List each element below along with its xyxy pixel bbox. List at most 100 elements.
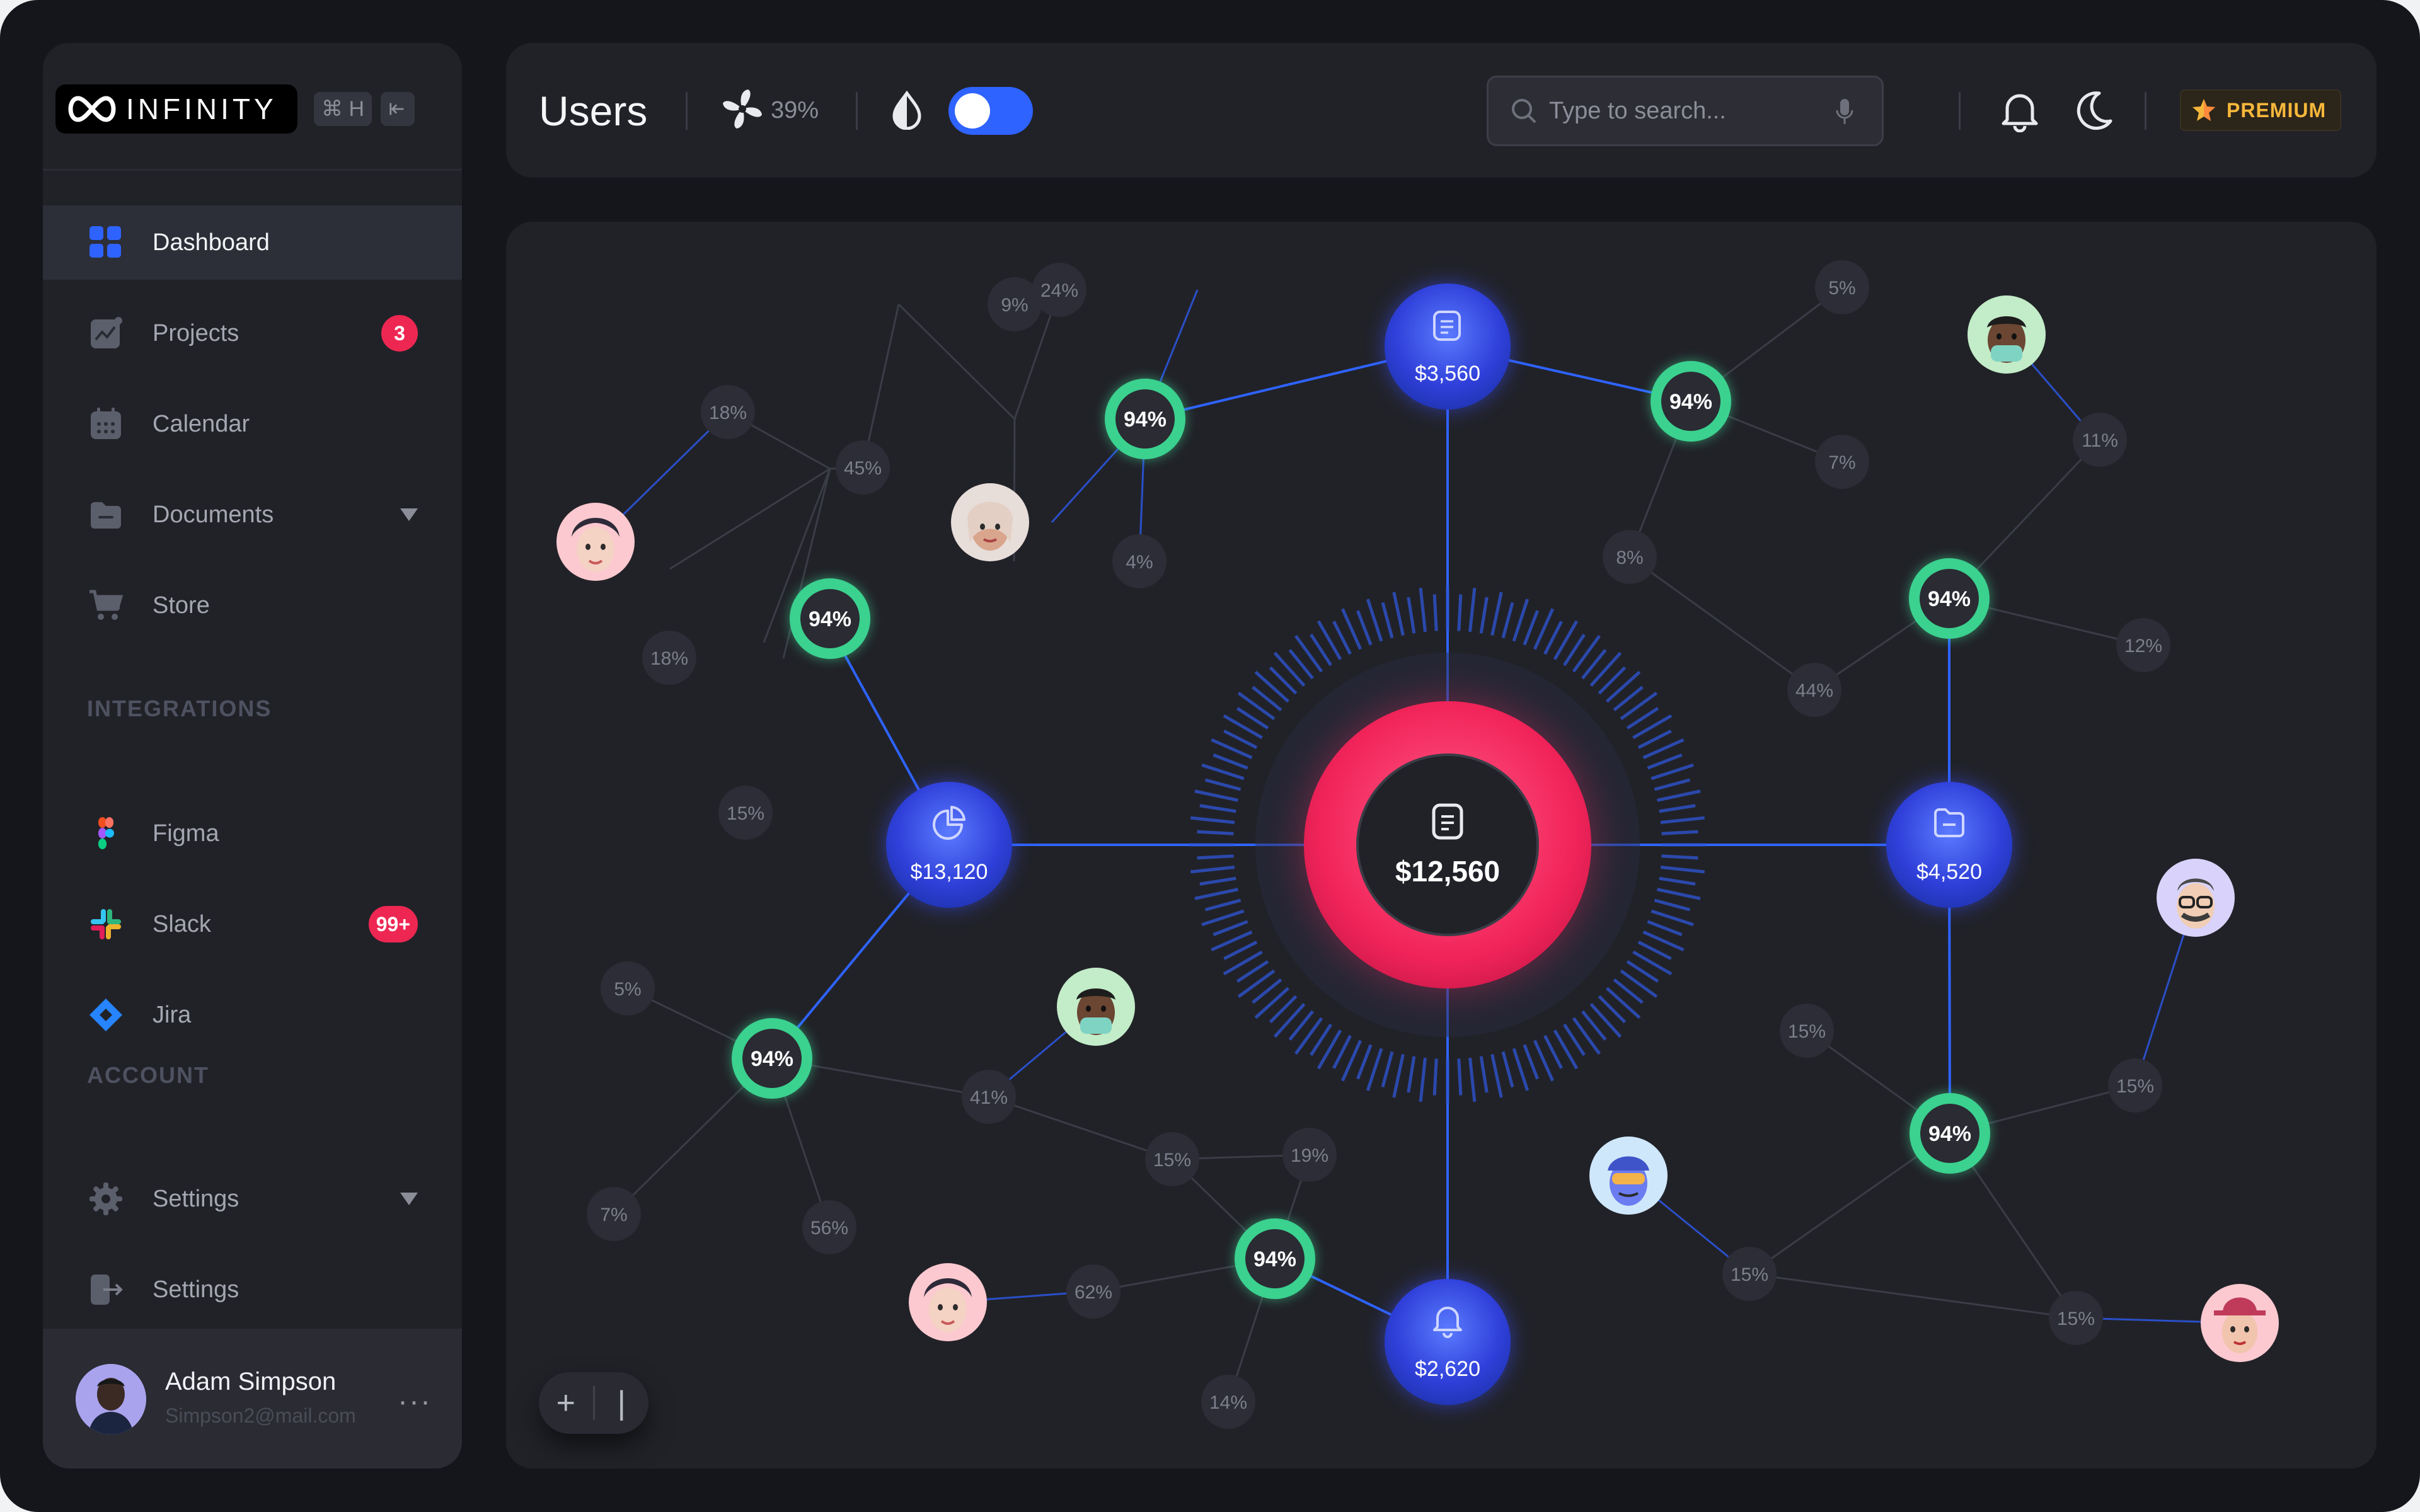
tick-mark [1392, 592, 1405, 636]
percent-label-text: 18% [709, 403, 747, 423]
sidebar-item-figma[interactable]: Figma [43, 796, 462, 871]
fan-icon [720, 87, 764, 134]
tick-mark [1356, 1044, 1373, 1080]
app-window: INFINITY ⌘ H Dashboard Projects 3 Calend… [0, 0, 2420, 1512]
header-divider [686, 92, 688, 130]
user-email: Simpson2@mail.com [165, 1404, 356, 1427]
green-node[interactable]: 94% [1105, 379, 1185, 459]
sidebar-item-logout[interactable]: Settings [43, 1252, 462, 1327]
sidebar-item-settings[interactable]: Settings [43, 1162, 462, 1236]
slack-badge: 99+ [368, 906, 418, 942]
sidebar-item-dashboard[interactable]: Dashboard [43, 205, 462, 280]
zoom-in-button[interactable]: + [539, 1384, 593, 1422]
tick-mark [1204, 898, 1242, 912]
green-node-label: 94% [1253, 1247, 1296, 1271]
tick-mark [1201, 909, 1245, 927]
zoom-out-button[interactable]: | [595, 1384, 649, 1422]
percent-label-text: 8% [1616, 547, 1643, 568]
sidebar-item-slack[interactable]: Slack 99+ [43, 887, 462, 961]
percent-label: 41% [962, 1070, 1016, 1124]
green-node[interactable]: 94% [1910, 1093, 1990, 1174]
tick-mark [1273, 1002, 1306, 1038]
sidebar-item-jira[interactable]: Jira [43, 978, 462, 1052]
percent-label-text: 24% [1040, 280, 1078, 301]
avatar[interactable] [2157, 859, 2235, 937]
tick-mark [1661, 854, 1698, 860]
tick-mark [1294, 1017, 1323, 1055]
chevron-down-icon[interactable] [400, 508, 418, 521]
percent-label-text: 62% [1075, 1282, 1112, 1303]
tick-mark [1356, 610, 1373, 646]
user-card[interactable]: Adam Simpson Simpson2@mail.com ··· [43, 1329, 462, 1469]
sidebar-item-label: Settings [153, 1185, 239, 1212]
sidebar-item-projects[interactable]: Projects 3 [43, 296, 462, 370]
tick-mark [1432, 1058, 1438, 1096]
green-node[interactable]: 94% [732, 1018, 812, 1099]
collapse-sidebar-button[interactable] [381, 92, 415, 126]
green-node[interactable]: 94% [1235, 1218, 1315, 1299]
percent-label-text: 4% [1126, 552, 1153, 573]
tick-mark [1366, 598, 1383, 642]
hub-value: $3,560 [1415, 362, 1480, 386]
tick-mark [1194, 888, 1238, 900]
tick-mark [1654, 898, 1691, 912]
sidebar-item-store[interactable]: Store [43, 568, 462, 643]
microphone-icon[interactable] [1835, 98, 1854, 125]
arrow-left-icon [389, 103, 404, 115]
projects-badge: 3 [381, 315, 418, 352]
sidebar-item-documents[interactable]: Documents [43, 478, 462, 552]
search-input[interactable] [1549, 97, 1826, 125]
chevron-down-icon[interactable] [400, 1193, 418, 1205]
theme-toggle[interactable] [948, 87, 1033, 135]
hub-top[interactable]: $3,560 [1385, 284, 1511, 410]
header-divider [2145, 92, 2146, 130]
hub-right[interactable]: $4,520 [1886, 782, 2012, 908]
tick-mark [1419, 587, 1427, 633]
sidebar-item-calendar[interactable]: Calendar [43, 387, 462, 461]
gear-icon [88, 1181, 124, 1217]
bell-icon[interactable] [2000, 89, 2040, 135]
green-node[interactable]: 94% [1651, 361, 1731, 442]
tick-mark [1501, 602, 1514, 639]
percent-label-text: 9% [1001, 295, 1028, 316]
avatar[interactable] [1968, 295, 2046, 374]
tick-mark [1651, 763, 1694, 781]
shortcut-key: ⌘ H [314, 92, 372, 126]
green-node[interactable]: 94% [790, 578, 870, 659]
search-box[interactable] [1487, 76, 1884, 146]
tick-mark [1381, 602, 1394, 639]
hub-bottom[interactable]: $2,620 [1385, 1279, 1511, 1405]
center-node-inner [1356, 753, 1539, 936]
percent-label-text: 15% [1731, 1264, 1768, 1285]
sidebar-item-label: Figma [153, 820, 219, 847]
logout-icon [88, 1272, 124, 1307]
avatar[interactable] [2201, 1284, 2279, 1362]
percent-label: 4% [1112, 534, 1167, 588]
percent-label-text: 18% [650, 648, 688, 669]
hub-left[interactable]: $13,120 [886, 782, 1012, 908]
premium-label: PREMIUM [2227, 98, 2327, 122]
logo[interactable]: INFINITY [55, 84, 297, 134]
avatar[interactable] [1057, 968, 1135, 1046]
avatar[interactable] [1589, 1137, 1668, 1215]
logo-text: INFINITY [126, 93, 277, 125]
tick-mark [1647, 753, 1683, 770]
premium-button[interactable]: PREMIUM [2180, 89, 2341, 131]
avatar[interactable] [909, 1263, 987, 1341]
green-node-label: 94% [1928, 1122, 1971, 1146]
tick-mark [1366, 1048, 1383, 1091]
avatar[interactable] [76, 1364, 146, 1435]
avatar[interactable] [951, 483, 1029, 561]
tick-mark [1273, 651, 1306, 687]
tick-mark [1468, 1057, 1477, 1102]
tick-mark [1419, 1057, 1427, 1102]
moon-icon[interactable] [2074, 89, 2114, 135]
percent-label-text: 11% [2082, 430, 2118, 451]
tick-mark [1589, 1002, 1622, 1038]
sidebar-divider [43, 169, 462, 171]
green-node[interactable]: 94% [1909, 558, 1990, 639]
percent-label-text: 14% [1209, 1392, 1247, 1413]
percent-label: 15% [2049, 1291, 2103, 1345]
avatar[interactable] [556, 503, 635, 581]
more-options-icon[interactable]: ··· [398, 1384, 432, 1419]
